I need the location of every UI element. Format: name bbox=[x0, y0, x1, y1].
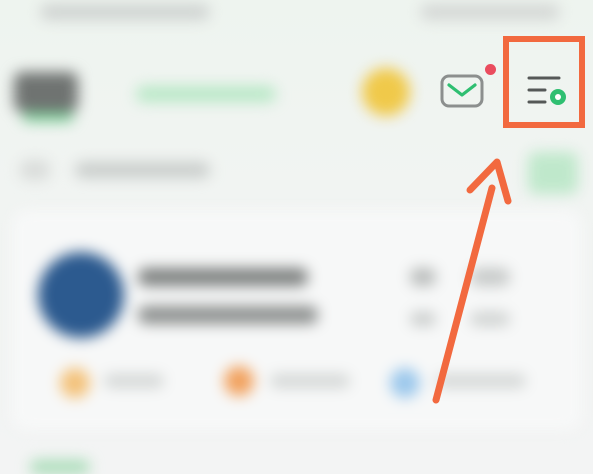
app-screen bbox=[0, 0, 593, 474]
highlight-box bbox=[503, 36, 585, 128]
envelope-icon bbox=[440, 74, 484, 108]
mail-button[interactable] bbox=[440, 74, 484, 108]
unread-dot bbox=[485, 64, 496, 75]
